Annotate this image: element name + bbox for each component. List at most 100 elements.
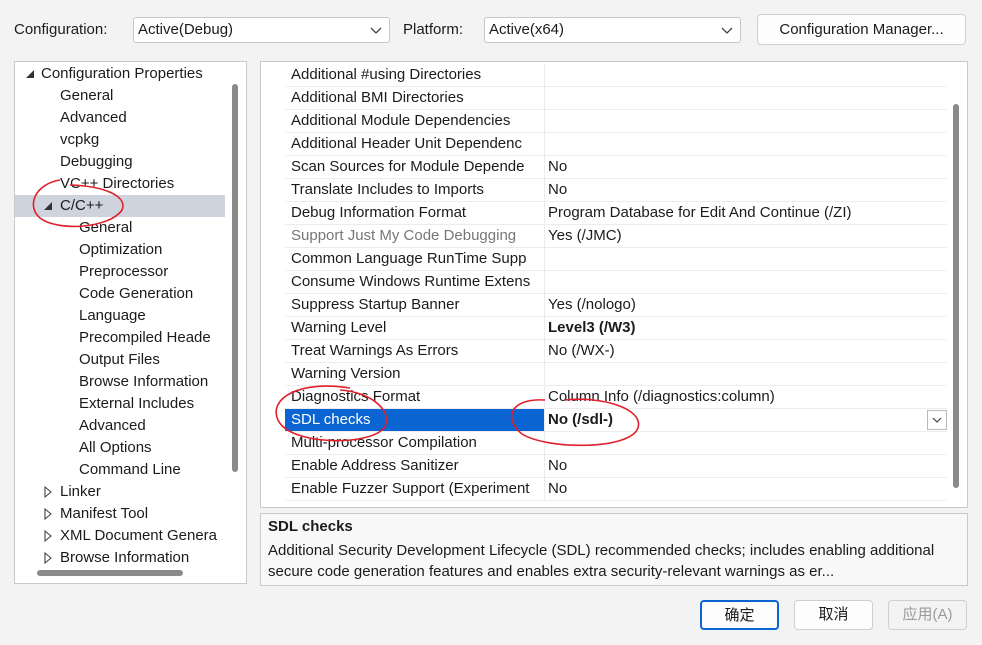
tree-item[interactable]: Language (15, 305, 225, 327)
property-value (545, 363, 947, 385)
property-tree[interactable]: Configuration Properties General Advanced… (14, 61, 247, 584)
property-row[interactable]: Enable Fuzzer Support (Experiment No (285, 478, 947, 501)
property-value (545, 87, 947, 109)
configuration-select[interactable]: Active(Debug) (133, 17, 390, 43)
property-value (545, 133, 947, 155)
property-value: No (548, 158, 568, 175)
tree-item[interactable]: Linker (15, 481, 225, 503)
property-name: Enable Fuzzer Support (Experiment (285, 478, 545, 500)
property-row[interactable]: Multi-processor Compilation (285, 432, 947, 455)
tree-vertical-scrollbar[interactable] (232, 84, 238, 472)
tree-item-label: XML Document Genera (60, 527, 218, 544)
property-name: Enable Address Sanitizer (285, 455, 545, 477)
tree-item-label: Command Line (79, 461, 181, 478)
tree-item[interactable]: Optimization (15, 239, 225, 261)
property-grid[interactable]: Additional #using Directories Additional … (260, 61, 968, 508)
configuration-manager-button[interactable]: Configuration Manager... (757, 14, 966, 45)
platform-select[interactable]: Active(x64) (484, 17, 741, 43)
property-name: Treat Warnings As Errors (285, 340, 545, 362)
property-row[interactable]: Additional Header Unit Dependenc (285, 133, 947, 156)
property-value: Level3 (/W3) (548, 319, 636, 336)
property-row[interactable]: Scan Sources for Module Depende No (285, 156, 947, 179)
tree-item[interactable]: Precompiled Heade (15, 327, 225, 349)
property-value (545, 432, 947, 454)
property-name: Multi-processor Compilation (285, 432, 545, 454)
tree-item-label: General (60, 87, 114, 104)
tree-item[interactable]: All Options (15, 437, 225, 459)
collapsed-triangle-icon (44, 529, 52, 543)
property-value: Yes (/nologo) (548, 296, 636, 313)
tree-item[interactable]: Output Files (15, 349, 225, 371)
property-value: Yes (/JMC) (548, 227, 622, 244)
collapsed-triangle-icon (44, 485, 52, 499)
tree-item-label: Advanced (79, 417, 146, 434)
tree-item-label: Language (79, 307, 146, 324)
chevron-down-icon (932, 417, 942, 423)
tree-item-label: VC++ Directories (60, 175, 175, 192)
value-dropdown-button[interactable] (927, 410, 947, 430)
property-value: Column Info (/diagnostics:column) (548, 388, 775, 405)
property-row[interactable]: Support Just My Code Debugging Yes (/JMC) (285, 225, 947, 248)
tree-item[interactable]: External Includes (15, 393, 225, 415)
tree-item[interactable]: Browse Information (15, 371, 225, 393)
property-name: Scan Sources for Module Depende (285, 156, 545, 178)
property-row[interactable]: Consume Windows Runtime Extens (285, 271, 947, 294)
tree-item-label: vcpkg (60, 131, 100, 148)
tree-item[interactable]: Manifest Tool (15, 503, 225, 525)
tree-item[interactable]: General (15, 85, 225, 107)
tree-item[interactable]: XML Document Genera (15, 525, 225, 547)
property-row[interactable]: SDL checks No (/sdl-) (285, 409, 947, 432)
property-row[interactable]: Warning Level Level3 (/W3) (285, 317, 947, 340)
tree-item-label: General (79, 219, 133, 236)
tree-item-label: Browse Information (79, 373, 209, 390)
property-name: Suppress Startup Banner (285, 294, 545, 316)
cancel-button[interactable]: 取消 (794, 600, 873, 630)
property-value: No (548, 457, 568, 474)
platform-value: Active(x64) (489, 21, 565, 38)
property-name: Additional Module Dependencies (285, 110, 545, 132)
grid-vertical-scrollbar[interactable] (953, 104, 959, 488)
tree-item[interactable]: C/C++ (15, 195, 225, 217)
property-name: Additional Header Unit Dependenc (285, 133, 545, 155)
property-value: No (548, 480, 568, 497)
tree-root-label: Configuration Properties (41, 65, 203, 82)
property-row[interactable]: Diagnostics Format Column Info (/diagnost… (285, 386, 947, 409)
property-row[interactable]: Debug Information Format Program Database… (285, 202, 947, 225)
tree-item-label: Debugging (60, 153, 133, 170)
property-row[interactable]: Warning Version (285, 363, 947, 386)
tree-item[interactable]: Browse Information (15, 547, 225, 569)
tree-item[interactable]: vcpkg (15, 129, 225, 151)
tree-item-label: All Options (79, 439, 152, 456)
tree-item[interactable]: Debugging (15, 151, 225, 173)
property-row[interactable]: Additional Module Dependencies (285, 110, 947, 133)
property-row[interactable]: Treat Warnings As Errors No (/WX-) (285, 340, 947, 363)
property-row[interactable]: Enable Address Sanitizer No (285, 455, 947, 478)
property-name: SDL checks (285, 409, 545, 431)
apply-button[interactable]: 应用(A) (888, 600, 967, 630)
property-row[interactable]: Additional BMI Directories (285, 87, 947, 110)
tree-item[interactable]: VC++ Directories (15, 173, 225, 195)
tree-item-label: Advanced (60, 109, 127, 126)
platform-label: Platform: (403, 21, 464, 38)
property-row[interactable]: Translate Includes to Imports No (285, 179, 947, 202)
property-row[interactable]: Additional #using Directories (285, 64, 947, 87)
tree-horizontal-scrollbar[interactable] (37, 570, 183, 576)
tree-item[interactable]: Preprocessor (15, 261, 225, 283)
ok-button[interactable]: 确定 (700, 600, 779, 630)
tree-item[interactable]: General (15, 217, 225, 239)
property-name: Consume Windows Runtime Extens (285, 271, 545, 293)
tree-item[interactable]: Advanced (15, 107, 225, 129)
tree-item[interactable]: Command Line (15, 459, 225, 481)
tree-item[interactable]: Advanced (15, 415, 225, 437)
property-value (545, 64, 947, 86)
property-value: No (/WX-) (548, 342, 615, 359)
tree-root[interactable]: Configuration Properties (15, 63, 225, 85)
property-value[interactable]: No (/sdl-) (545, 409, 947, 431)
tree-item[interactable]: Code Generation (15, 283, 225, 305)
description-panel: SDL checks Additional Security Developme… (260, 513, 968, 586)
property-value (545, 271, 947, 293)
property-row[interactable]: Suppress Startup Banner Yes (/nologo) (285, 294, 947, 317)
tree-item-label: Optimization (79, 241, 163, 258)
tree-item-label: C/C++ (60, 197, 104, 214)
property-row[interactable]: Common Language RunTime Supp (285, 248, 947, 271)
